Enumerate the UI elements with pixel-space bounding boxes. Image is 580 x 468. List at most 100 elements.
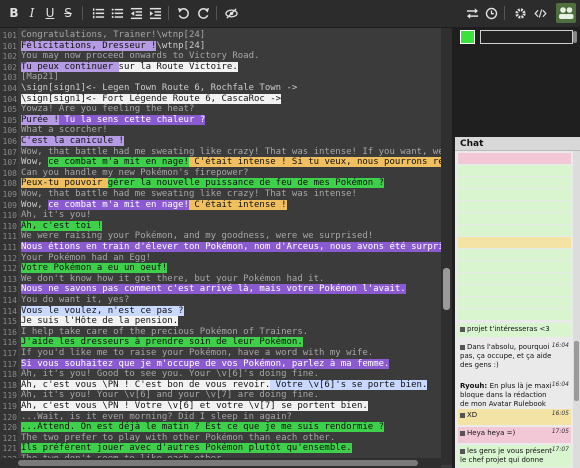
line-text: Wow, ce combat m'a mit en nage! C'était … [21,199,287,211]
chat-timestamp: 16:04 [551,342,569,349]
panel-scroll-thumb[interactable] [573,31,577,43]
redo-button[interactable] [194,3,212,23]
line-text: \sign[sign1]<- Legen Town Route 6, Rochf… [21,83,297,94]
line-text: Wow, that battle had me sweating like cr… [21,147,452,158]
user-color-swatch[interactable] [460,30,475,44]
text-segment: \wtnp[24] [156,40,206,51]
line-number: 121 [2,433,17,443]
text-segment: sur la Route Victoire. [118,61,238,72]
underline-button[interactable]: U [41,3,59,23]
line-text: Purée ! Tu la sens cette chaleur ? [21,114,206,126]
text-segment: Congratulations, Trainer!\wtnp[24] [21,30,206,40]
line-number: 112 [2,253,17,263]
users-icon [559,7,574,19]
chat-message: Heya heya =) 17:05 [458,427,571,443]
chat-scroll-thumb[interactable] [574,341,579,401]
chat-message-text: Dans l'absolu, pourquoi pas, ça occupe, … [460,343,552,369]
chat-message-bar [458,237,571,248]
line-text: ...Attend. On est déjà le matin ? Est ce… [21,422,385,433]
indent-icon [149,7,161,20]
line-number: 107 [2,158,17,168]
line-text: Nous étions en train d'élever ton Pokémo… [21,242,452,253]
editor-vertical-scrollbar[interactable] [441,28,452,465]
settings-button[interactable] [511,3,529,23]
line-text: If you'd like me to raise your Pokémon, … [21,348,373,359]
user-avatar-icon [460,326,465,332]
outdent-button[interactable] [127,3,145,23]
chat-timestamp: 17:05 [551,428,569,435]
text-segment: Yowza! Are you feeling the heat? [21,104,195,115]
chat-timestamp: 16:04 [551,381,569,388]
line-number: 113 [2,274,17,284]
undo-button[interactable] [174,3,192,23]
numbered-list-button[interactable] [89,3,107,23]
line-number: 112 [2,264,17,274]
text-segment: Can you handle my new Pokémon's firepowe… [21,167,249,178]
editor-scroll-thumb[interactable] [443,268,450,310]
text-segment: What a scorcher! [21,125,108,136]
chat-message: XD 16:05 [458,409,571,425]
chat-messages: projet t'intéresseras <3 Dans l'absolu, p… [455,151,573,468]
source-code-button[interactable] [530,3,550,23]
line-number: 106 [2,126,17,136]
text-editor[interactable]: 101 Congratulations, Trainer!\wtnp[24] 101… [0,28,452,465]
line-number: 106 [2,137,17,146]
undo-icon [177,7,189,19]
editor-horizontal-scrollbar[interactable] [0,458,441,468]
text-segment: Wow, that battle had me sweating like cr… [21,146,452,157]
line-text: \sign[sign1]<- Fort Légende Route 6, Cas… [21,93,282,105]
text-segment: Nous étions en train d'élever ton Pokémo… [21,242,452,252]
line-text: Ah, it's you! [21,210,91,221]
line-text: Je suis l'Hôte de la pension. [21,316,179,327]
text-segment: ce combat m'a mit en nage! [48,199,189,210]
bullet-list-button[interactable] [108,3,126,23]
text-segment: Peux-tu pouvoir [21,178,108,189]
toolbar-divider [216,6,217,20]
text-segment: Nous ne savons pas comment c'est arrivé … [21,284,406,295]
hide-preview-button[interactable] [222,3,240,23]
editor-hscroll-thumb[interactable] [18,460,418,466]
chat-message: les gens je vous présent le chef projet … [458,445,571,467]
chat-scrollbar[interactable] [573,151,580,468]
editor-toolbar: B I U S [0,0,580,28]
line-text: You do want it, yes? [21,295,129,306]
strikethrough-button[interactable]: S [59,3,77,23]
text-segment: Ils préfèrent jouer avec d'autres Pokémo… [21,443,352,454]
chat-username[interactable]: Ryouh: [460,382,490,390]
username-input[interactable] [480,30,573,44]
redo-icon [197,7,209,19]
line-text: C'est la canicule ! [21,136,124,147]
line-text: Yowza! Are you feeling the heat? [21,104,194,115]
user-avatar-icon [460,412,465,418]
chat-message-bar [458,273,571,284]
text-segment: You may now proceed onwards to Victory R… [21,51,260,62]
text-segment: Wow, [21,157,49,168]
line-text: J'aide les dresseurs à prendre soin de l… [21,337,303,348]
toolbar-divider [504,6,505,20]
chat-message: projet t'intéresseras <3 [458,323,571,337]
chat-timestamp: 17:07 [551,446,569,453]
users-button[interactable] [556,3,576,23]
text-segment: Vous le voulez, n'est ce pas ? [21,305,184,316]
line-text: Wow, ce combat m'a mit en nage! C'était … [21,157,452,168]
line-number: 101 [2,31,17,40]
italic-button[interactable]: I [23,3,41,23]
history-button[interactable] [482,3,500,23]
chat-message-text: Heya heya =) [467,429,516,437]
line-text: Vous le voulez, n'est ce pas ? [21,305,184,317]
line-number: 108 [2,179,17,189]
line-number: 118 [2,370,17,380]
text-segment: Ah, c'est vous \PN ! C'est bon de vous r… [21,379,271,390]
text-segment: Félicitations, Dresseur ! [21,40,157,51]
text-segment: Wow, that battle had me sweating like cr… [21,189,357,199]
user-avatar-icon [460,344,465,350]
bold-button[interactable]: B [5,3,23,23]
indent-button[interactable] [146,3,164,23]
swap-button[interactable] [463,3,481,23]
chat-message-bar [458,177,571,188]
chat-panel: Chat projet t'intéresseras <3 Dans l'abso… [455,137,580,468]
line-number: 105 [2,115,17,125]
line-number: 113 [2,285,17,295]
code-icon [533,9,547,18]
line-number: 102 [2,52,17,62]
